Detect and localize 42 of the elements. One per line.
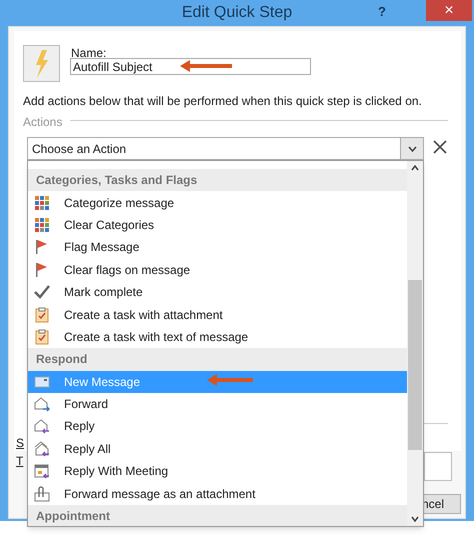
label-fragment: S — [16, 435, 24, 452]
text-field[interactable] — [424, 452, 452, 481]
group-header: Respond — [28, 348, 408, 371]
window-title: Edit Quick Step — [182, 3, 292, 23]
action-item[interactable]: Create a task with attachment — [28, 303, 408, 326]
action-item[interactable]: Flag Message — [28, 236, 408, 259]
action-item[interactable]: Reply With Meeting — [28, 460, 408, 482]
annotation-arrow — [207, 374, 253, 386]
description-text: Add actions below that will be performed when this quick step is clicked on. — [23, 93, 422, 110]
action-item[interactable]: Clear flags on message — [28, 258, 408, 281]
name-field[interactable]: Autofill Subject — [70, 58, 311, 75]
group-header: Appointment — [28, 504, 408, 526]
action-item[interactable]: Reply All — [28, 438, 408, 460]
chevron-down-icon — [408, 146, 416, 152]
calendar-icon — [34, 463, 50, 480]
close-button[interactable]: × — [426, 0, 472, 21]
delete-icon[interactable] — [433, 140, 447, 154]
scroll-thumb[interactable] — [408, 280, 422, 450]
action-combo[interactable]: Choose an Action — [27, 137, 424, 160]
envelope-icon — [34, 374, 50, 390]
scrollbar[interactable] — [407, 161, 423, 526]
action-item[interactable]: Categorize message — [28, 191, 408, 214]
checkmark-icon — [34, 284, 50, 300]
action-item[interactable]: Create a task with text of message — [28, 326, 408, 348]
actions-label: Actions — [23, 114, 62, 131]
categories-icon — [34, 216, 50, 233]
annotation-arrow — [180, 60, 232, 72]
help-button[interactable]: ? — [378, 2, 386, 22]
group-header: Categories, Tasks and Flags — [28, 169, 408, 192]
action-item[interactable]: Reply — [28, 415, 408, 438]
label-fragment: T — [16, 453, 24, 470]
action-item[interactable]: Clear Categories — [28, 214, 408, 236]
combo-value: Choose an Action — [31, 140, 128, 158]
scroll-up-icon[interactable] — [411, 165, 419, 171]
action-item[interactable]: Forward — [28, 392, 408, 416]
clipboard-icon — [34, 306, 50, 323]
action-item[interactable]: Mark complete — [28, 280, 408, 304]
clipboard-icon — [34, 328, 50, 345]
action-item[interactable]: Forward message as an attachment — [28, 482, 408, 505]
categories-icon — [34, 194, 50, 211]
scroll-down-icon[interactable] — [411, 516, 419, 522]
dropdown-button[interactable] — [400, 138, 423, 159]
